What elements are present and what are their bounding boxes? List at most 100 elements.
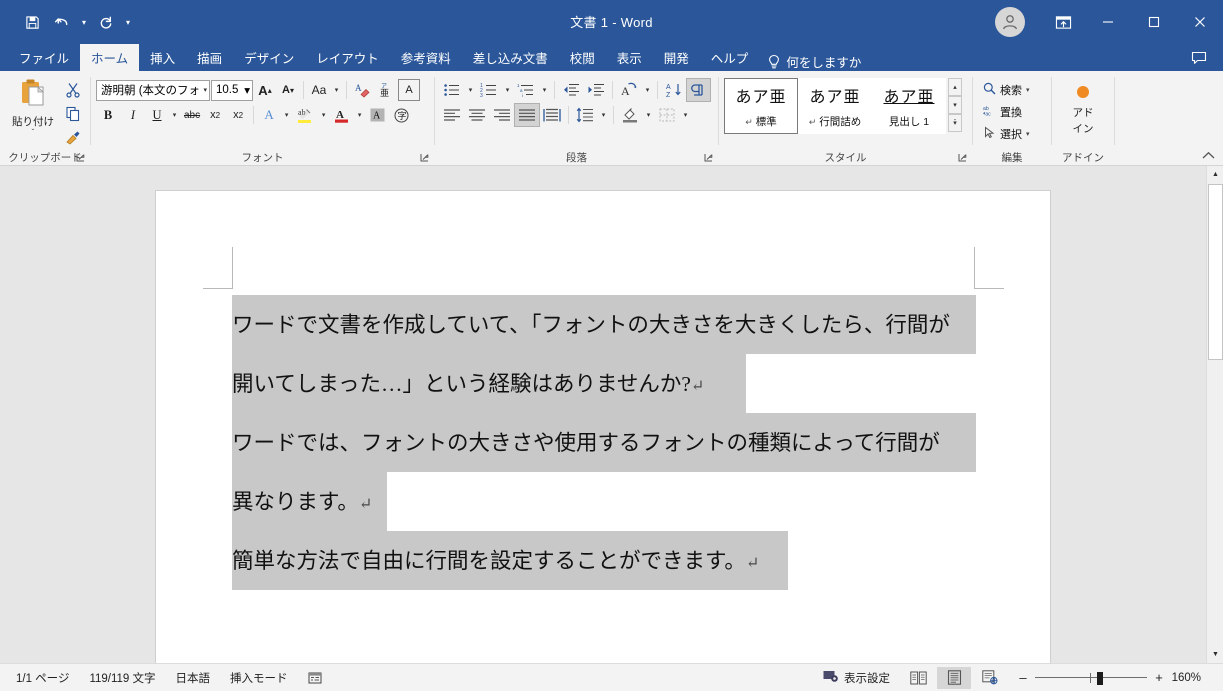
paragraph-1[interactable]: ワードで文書を作成していて、「フォントの大きさを大きくしたら、行間が 開いてしま…	[232, 295, 976, 413]
character-shading-icon[interactable]: A	[366, 104, 389, 126]
change-case-dropdown-icon[interactable]: ▾	[331, 79, 342, 101]
font-name-dropdown-icon[interactable]: ▾	[201, 86, 207, 94]
document-page[interactable]: ワードで文書を作成していて、「フォントの大きさを大きくしたら、行間が 開いてしま…	[156, 191, 1050, 663]
zoom-slider[interactable]	[1035, 671, 1147, 685]
shading-dropdown-icon[interactable]: ▾	[643, 104, 654, 126]
increase-indent-icon[interactable]	[584, 79, 608, 101]
font-dialog-launcher[interactable]	[419, 153, 430, 164]
borders-dropdown-icon[interactable]: ▾	[680, 104, 691, 126]
font-color-icon[interactable]: A	[330, 104, 353, 126]
phonetic-guide-icon[interactable]: ア亜	[375, 79, 397, 101]
tab-review[interactable]: 校閲	[559, 44, 606, 71]
account-avatar[interactable]	[995, 7, 1025, 37]
zoom-control[interactable]: – + 160%	[1008, 670, 1223, 685]
replace-button[interactable]: ab ac 置換	[979, 101, 1034, 122]
zoom-percent[interactable]: 160%	[1171, 672, 1213, 684]
tab-insert[interactable]: 挿入	[139, 44, 186, 71]
tab-design[interactable]: デザイン	[233, 44, 305, 71]
cut-icon[interactable]	[61, 79, 85, 101]
shading-icon[interactable]	[618, 104, 642, 126]
zoom-out-button[interactable]: –	[1018, 670, 1028, 685]
status-insert-mode[interactable]: 挿入モード	[220, 664, 298, 691]
collapse-ribbon-icon[interactable]	[1202, 151, 1215, 163]
tab-developer[interactable]: 開発	[653, 44, 700, 71]
close-button[interactable]	[1177, 0, 1223, 44]
maximize-button[interactable]	[1131, 0, 1177, 44]
font-size-combobox[interactable]: 10.5 ▾	[211, 79, 253, 101]
character-border-icon[interactable]: A	[398, 79, 420, 101]
paste-dropdown-icon[interactable]: ˇ	[32, 128, 35, 137]
styles-more-icon[interactable]: ▾̄	[948, 114, 962, 132]
subscript-button[interactable]: x2	[204, 104, 226, 126]
web-layout-icon[interactable]	[973, 667, 1007, 689]
tab-home[interactable]: ホーム	[80, 44, 140, 71]
status-page[interactable]: 1/1 ページ	[0, 664, 79, 691]
ribbon-display-options-icon[interactable]	[1041, 0, 1085, 44]
justify-icon[interactable]	[514, 103, 540, 127]
scroll-up-icon[interactable]: ▲	[1207, 166, 1223, 183]
tell-me-box[interactable]: 何をしますか	[767, 52, 861, 71]
bullet-list-icon[interactable]	[440, 79, 464, 101]
numbered-list-dropdown-icon[interactable]: ▾	[502, 79, 513, 101]
clear-formatting-icon[interactable]: A	[351, 79, 374, 101]
paragraph-3[interactable]: 簡単な方法で自由に行間を設定することができます。↵	[232, 531, 976, 590]
zoom-thumb[interactable]	[1097, 671, 1103, 685]
scrollbar-thumb[interactable]	[1208, 184, 1223, 360]
distribute-icon[interactable]	[540, 104, 564, 126]
text-effects-icon[interactable]: A	[258, 104, 280, 126]
addin-button[interactable]: アド イン	[1057, 81, 1109, 136]
sort-icon[interactable]: AZ	[662, 79, 686, 101]
line-spacing-icon[interactable]	[573, 104, 597, 126]
grow-font-icon[interactable]: A ▴	[254, 79, 276, 101]
multilevel-list-dropdown-icon[interactable]: ▾	[539, 79, 550, 101]
minimize-button[interactable]	[1085, 0, 1131, 44]
strikethrough-button[interactable]: abc	[181, 104, 203, 126]
save-icon[interactable]	[18, 9, 46, 35]
font-color-dropdown-icon[interactable]: ▾	[354, 104, 365, 126]
status-word-count[interactable]: 119/119 文字	[79, 664, 165, 691]
shrink-font-icon[interactable]: A ▾	[277, 79, 299, 101]
paragraph-2[interactable]: ワードでは、フォントの大きさや使用するフォントの種類によって行間が 異なります。…	[232, 413, 976, 531]
zoom-in-button[interactable]: +	[1154, 670, 1164, 685]
redo-icon[interactable]	[92, 9, 120, 35]
proofing-icon[interactable]	[298, 664, 332, 691]
superscript-button[interactable]: x2	[227, 104, 249, 126]
underline-button[interactable]: U	[146, 104, 168, 126]
paste-button[interactable]: 貼り付け ˇ	[5, 76, 61, 137]
document-area[interactable]: ワードで文書を作成していて、「フォントの大きさを大きくしたら、行間が 開いてしま…	[0, 166, 1223, 663]
styles-scroll-down-icon[interactable]: ▾	[948, 96, 962, 114]
find-dropdown-icon[interactable]: ▾	[1026, 86, 1030, 94]
undo-dropdown-icon[interactable]: ▾	[78, 18, 90, 27]
italic-button[interactable]: I	[121, 104, 145, 126]
clipboard-dialog-launcher[interactable]	[75, 153, 86, 164]
status-language[interactable]: 日本語	[166, 664, 221, 691]
enclose-characters-icon[interactable]: 字	[390, 104, 413, 126]
style-normal[interactable]: あア亜 ↵ 標準	[724, 78, 798, 134]
tab-file[interactable]: ファイル	[8, 44, 80, 71]
align-center-icon[interactable]	[465, 104, 489, 126]
asian-layout-icon[interactable]: A	[617, 79, 641, 101]
align-right-icon[interactable]	[490, 104, 514, 126]
print-layout-icon[interactable]	[937, 666, 971, 689]
underline-dropdown-icon[interactable]: ▾	[169, 104, 180, 126]
tab-view[interactable]: 表示	[606, 44, 653, 71]
decrease-indent-icon[interactable]	[559, 79, 583, 101]
font-size-dropdown-icon[interactable]: ▾	[244, 83, 250, 97]
customize-quick-access-icon[interactable]: ▾	[122, 18, 134, 27]
read-mode-icon[interactable]	[901, 667, 935, 689]
text-effects-dropdown-icon[interactable]: ▾	[281, 104, 292, 126]
find-button[interactable]: 検索 ▾	[979, 79, 1034, 100]
borders-icon[interactable]	[655, 104, 679, 126]
styles-scroll-up-icon[interactable]: ▴	[948, 78, 962, 96]
tab-layout[interactable]: レイアウト	[305, 44, 390, 71]
display-settings-button[interactable]: 表示設定	[813, 664, 900, 691]
text-highlight-dropdown-icon[interactable]: ▾	[318, 104, 329, 126]
paragraph-dialog-launcher[interactable]	[703, 153, 714, 164]
multilevel-list-icon[interactable]: 1ai	[514, 79, 538, 101]
tab-help[interactable]: ヘルプ	[700, 44, 760, 71]
styles-dialog-launcher[interactable]	[957, 153, 968, 164]
document-text[interactable]: ワードで文書を作成していて、「フォントの大きさを大きくしたら、行間が 開いてしま…	[232, 295, 976, 590]
select-button[interactable]: 選択 ▾	[979, 123, 1034, 144]
font-name-combobox[interactable]: 游明朝 (本文のフォン ▾	[96, 79, 210, 101]
line-spacing-dropdown-icon[interactable]: ▾	[598, 104, 609, 126]
